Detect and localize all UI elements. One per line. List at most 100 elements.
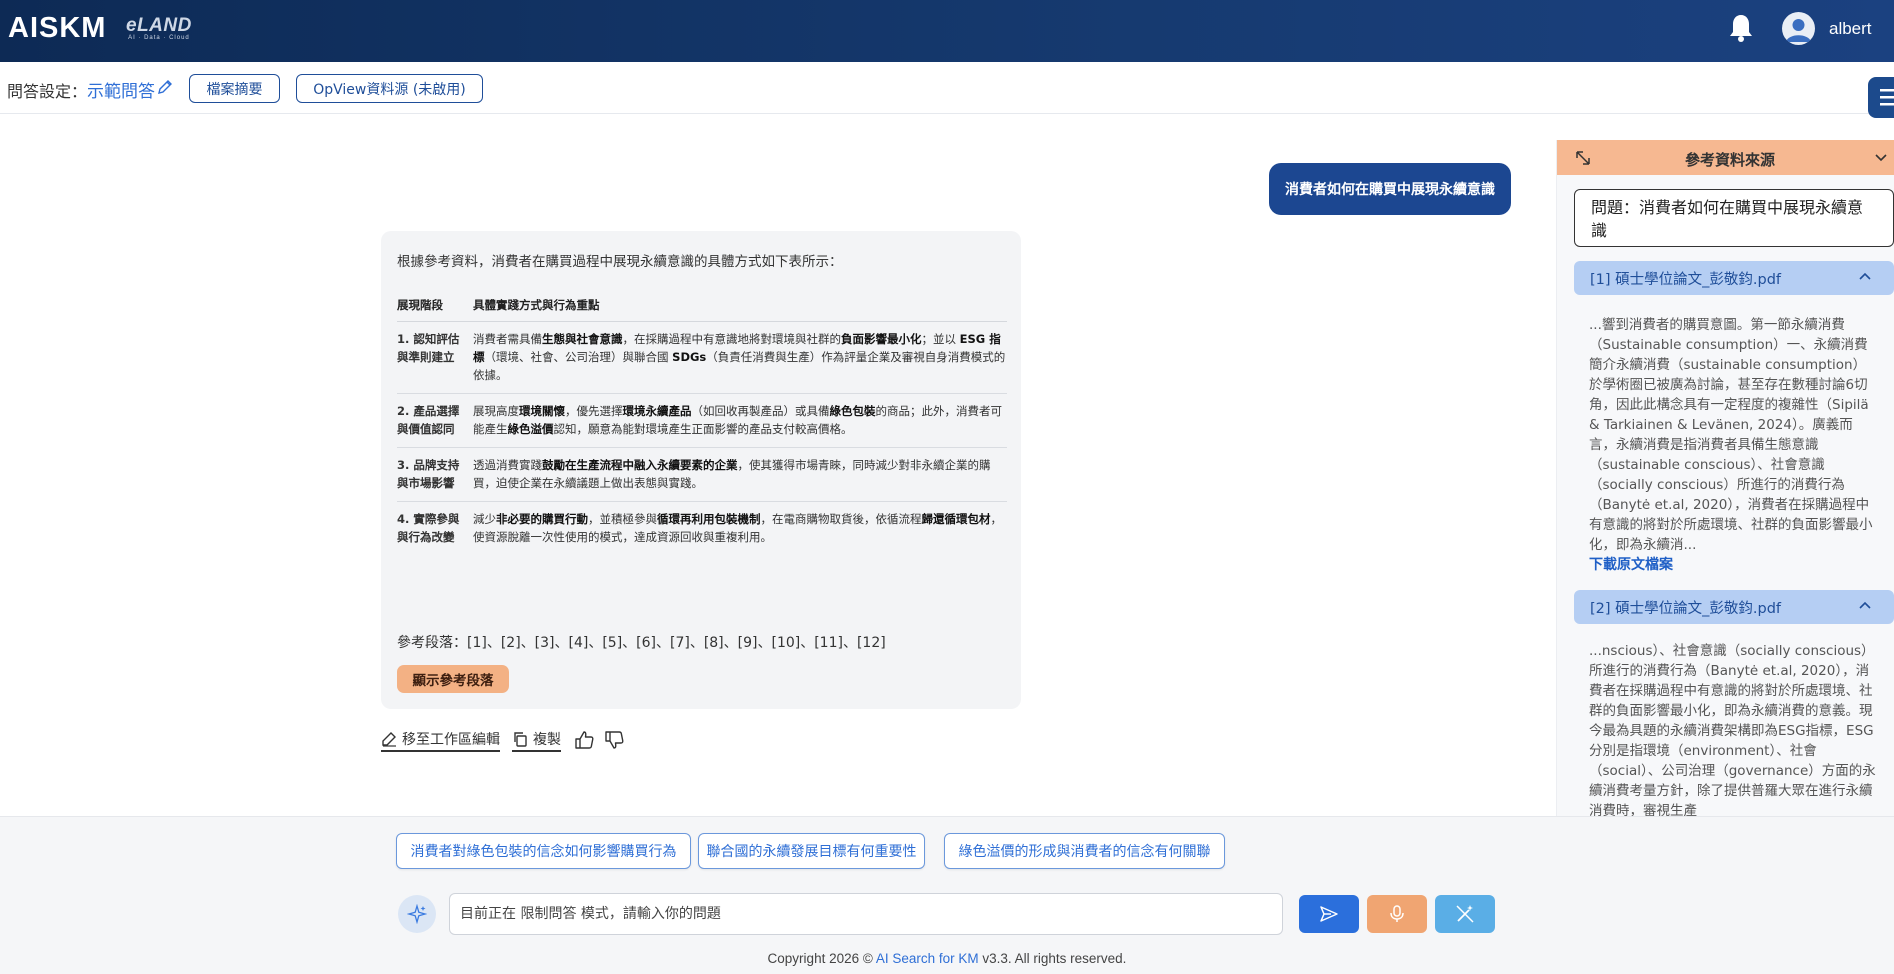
answer-table: 展現階段 具體實踐方式與行為重點 1. 認知評估與準則建立 消費者需具備生態與社會…: [397, 293, 1007, 555]
emphasis-text: 綠色包裝: [829, 404, 876, 418]
emphasis-text: 綠色溢價: [507, 422, 554, 436]
emphasis-text: 鼓勵在生產流程中融入永續要素的企業: [542, 458, 738, 472]
qa-settings-bar: 問答設定： 示範問答 檔案摘要 OpView資料源 (未啟用): [0, 62, 1894, 114]
send-button[interactable]: [1299, 895, 1359, 933]
ai-assist-button[interactable]: [398, 895, 436, 933]
copy-button[interactable]: 複製: [512, 729, 561, 752]
sparkle-icon: [407, 904, 427, 924]
answer-card: 根據參考資料，消費者在購買過程中展現永續意識的具體方式如下表所示： 展現階段 具…: [381, 231, 1021, 709]
user-icon: [1786, 19, 1811, 42]
table-row: 2. 產品選擇與價值認同 展現高度環境關懷，優先選擇環境永續產品（如回收再製產品）…: [397, 393, 1007, 448]
detail-text: ，在採購過程中有意識地將對環境與社群的: [622, 332, 842, 346]
microphone-icon: [1390, 905, 1404, 922]
detail-text: 透過消費實踐: [473, 458, 542, 472]
user-avatar[interactable]: [1782, 12, 1815, 45]
settings-label: 問答設定：: [7, 82, 88, 101]
detail-text: 減少: [473, 512, 496, 526]
detail-text: （環境、社會、公司治理）與聯合國: [484, 350, 673, 364]
table-header-detail: 具體實踐方式與行為重點: [473, 293, 1007, 322]
table-row: 1. 認知評估與準則建立 消費者需具備生態與社會意識，在採購過程中有意識地將對環境…: [397, 321, 1007, 394]
emphasis-text: 生態與社會意識: [542, 332, 623, 346]
chevron-down-icon[interactable]: [1874, 153, 1888, 163]
detail-cell: 展現高度環境關懷，優先選擇環境永續產品（如回收再製產品）或具備綠色包裝的商品；此…: [473, 393, 1007, 448]
username[interactable]: albert: [1829, 19, 1872, 39]
reference-question: 問題：消費者如何在購買中展現永續意識: [1574, 189, 1894, 247]
send-icon: [1320, 906, 1338, 922]
file-summary-button[interactable]: 檔案摘要: [189, 74, 280, 103]
detail-cell: 消費者需具備生態與社會意識，在採購過程中有意識地將對環境與社群的負面影響最小化；…: [473, 321, 1007, 394]
question-input[interactable]: [449, 893, 1283, 935]
detail-text: ，優先選擇: [565, 404, 623, 418]
download-original-link[interactable]: 下載原文檔案: [1589, 555, 1879, 575]
emphasis-text: SDGs: [672, 350, 707, 364]
emphasis-text: 負面影響最小化: [841, 332, 922, 346]
detail-text: 消費者需具備: [473, 332, 542, 346]
brand-logo: eLAND AI · Data · Cloud: [126, 15, 192, 41]
detail-text: ，在電商購物取貨後，依循流程: [760, 512, 922, 526]
detail-text: 認知，願意為能對環境產生正面影響的產品支付較高價格。: [553, 422, 853, 436]
voice-input-button[interactable]: [1367, 895, 1427, 933]
reference-item-header-2[interactable]: [2] 碩士學位論文_彭敬鈞.pdf: [1574, 590, 1894, 624]
detail-cell: 透過消費實踐鼓勵在生產流程中融入永續要素的企業，使其獲得市場青睞，同時減少對非永…: [473, 447, 1007, 502]
show-references-button[interactable]: 顯示參考段落: [397, 665, 509, 693]
reference-excerpt: ...響到消費者的購買意圖。第一節永續消費（Sustainable consum…: [1589, 317, 1873, 553]
chevron-up-icon[interactable]: [1858, 271, 1872, 281]
input-area: 消費者對綠色包裝的信念如何影響購買行為 聯合國的永續發展目標有何重要性 綠色溢價…: [0, 816, 1894, 974]
detail-cell: 減少非必要的購買行動，並積極參與循環再利用包裝機制，在電商購物取貨後，依循流程歸…: [473, 502, 1007, 556]
qa-mode-link[interactable]: 示範問答: [87, 77, 155, 102]
reference-item-body-1: ...響到消費者的購買意圖。第一節永續消費（Sustainable consum…: [1589, 315, 1879, 575]
answer-intro: 根據參考資料，消費者在購買過程中展現永續意識的具體方式如下表所示：: [397, 254, 843, 270]
reference-panel: 參考資料來源 問題：消費者如何在購買中展現永續意識 [1] 碩士學位論文_彭敬鈞…: [1556, 140, 1894, 816]
suggestion-chip-3[interactable]: 綠色溢價的形成與消費者的信念有何關聯: [944, 833, 1225, 869]
footer: Copyright 2026 © AI Search for KM v3.3. …: [0, 951, 1894, 966]
user-question-bubble: 消費者如何在購買中展現永續意識: [1269, 163, 1511, 215]
suggestion-chip-1[interactable]: 消費者對綠色包裝的信念如何影響購買行為: [396, 833, 691, 869]
expand-icon[interactable]: [1575, 150, 1591, 166]
reference-item-title: [1] 碩士學位論文_彭敬鈞.pdf: [1590, 271, 1782, 288]
edit-icon[interactable]: [157, 79, 173, 95]
footer-link[interactable]: AI Search for KM: [876, 951, 979, 966]
hamburger-icon: [1880, 89, 1894, 106]
magic-wand-off-icon: [1456, 905, 1474, 923]
clear-magic-button[interactable]: [1435, 895, 1495, 933]
reference-panel-title: 參考資料來源: [1685, 151, 1776, 169]
move-to-workspace-button[interactable]: 移至工作區編輯: [381, 729, 500, 752]
stage-cell: 4. 實際參與與行為改變: [397, 512, 460, 544]
table-row: 4. 實際參與與行為改變 減少非必要的購買行動，並積極參與循環再利用包裝機制，在電…: [397, 502, 1007, 556]
copy-label: 複製: [533, 731, 561, 748]
stage-cell: 2. 產品選擇與價值認同: [397, 393, 473, 448]
answer-actions: 移至工作區編輯 複製: [381, 728, 633, 752]
reference-item-title: [2] 碩士學位論文_彭敬鈞.pdf: [1590, 600, 1782, 617]
detail-text: ，並積極參與: [588, 512, 657, 526]
reference-item-body-2: ...nscious）、社會意識（socially conscious）所進行的…: [1589, 641, 1879, 816]
menu-button[interactable]: [1868, 77, 1894, 118]
emphasis-text: 循環再利用包裝機制: [657, 512, 761, 526]
footer-prefix: Copyright 2026 ©: [767, 951, 876, 966]
answer-table-body: 1. 認知評估與準則建立 消費者需具備生態與社會意識，在採購過程中有意識地將對環境…: [397, 321, 1007, 556]
reference-paragraphs: 參考段落：[1]、[2]、[3]、[4]、[5]、[6]、[7]、[8]、[9]…: [397, 635, 886, 651]
emphasis-text: 環境關懷: [519, 404, 565, 418]
thumbs-up-icon[interactable]: [573, 729, 595, 751]
stage-cell: 3. 品牌支持與市場影響: [397, 447, 473, 502]
top-navbar: AISKM eLAND AI · Data · Cloud albert: [0, 0, 1894, 62]
move-to-workspace-label: 移至工作區編輯: [402, 731, 500, 748]
opview-source-button[interactable]: OpView資料源 (未啟用): [296, 74, 483, 103]
suggestion-chip-2[interactable]: 聯合國的永續發展目標有何重要性: [698, 833, 925, 869]
reference-panel-header: 參考資料來源: [1557, 140, 1894, 175]
emphasis-text: 環境永續產品: [622, 404, 692, 418]
app-logo[interactable]: AISKM: [8, 12, 106, 45]
table-row: 3. 品牌支持與市場影響 透過消費實踐鼓勵在生產流程中融入永續要素的企業，使其獲得…: [397, 447, 1007, 502]
copy-icon: [514, 731, 527, 747]
thumbs-down-icon[interactable]: [603, 729, 625, 751]
detail-text: 展現高度: [473, 404, 519, 418]
detail-text: （如回收再製產品）或具備: [691, 404, 830, 418]
emphasis-text: 歸還循環包材: [921, 512, 991, 526]
reference-excerpt: ...nscious）、社會意識（socially conscious）所進行的…: [1589, 643, 1876, 816]
reference-item-header-1[interactable]: [1] 碩士學位論文_彭敬鈞.pdf: [1574, 261, 1894, 295]
bell-icon[interactable]: [1728, 13, 1754, 43]
footer-suffix: v3.3. All rights reserved.: [978, 951, 1127, 966]
emphasis-text: 非必要的購買行動: [496, 512, 588, 526]
chevron-up-icon[interactable]: [1858, 600, 1872, 610]
stage-cell: 1. 認知評估與準則建立: [397, 321, 473, 394]
table-header-stage: 展現階段: [397, 293, 473, 322]
